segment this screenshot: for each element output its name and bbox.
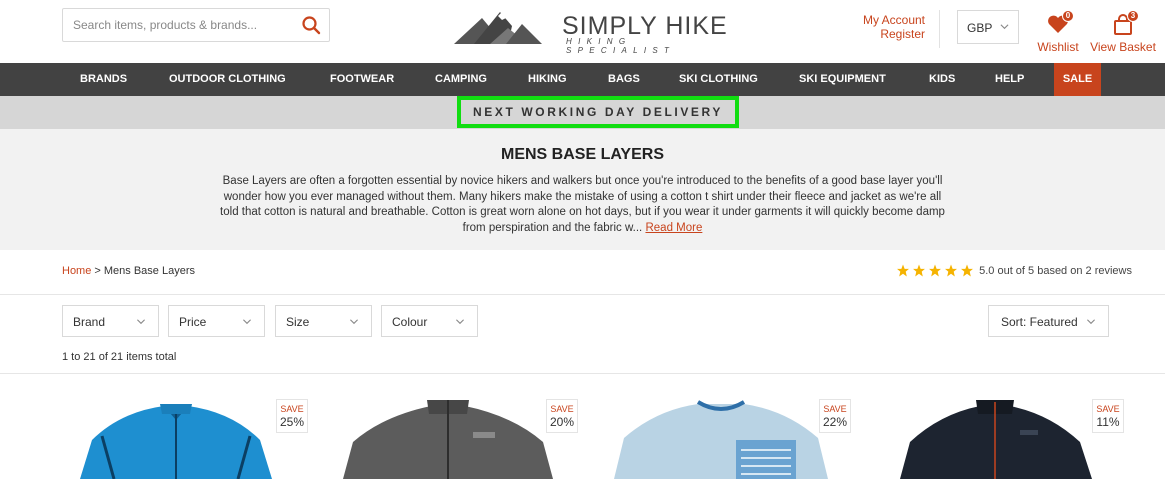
promo-bar: NEXT WORKING DAY DELIVERY bbox=[0, 96, 1165, 129]
results-count: 1 to 21 of 21 items total bbox=[62, 351, 177, 363]
product-card[interactable]: SAVE 25% bbox=[40, 380, 310, 479]
save-percent: 22% bbox=[822, 415, 848, 429]
save-percent: 20% bbox=[549, 415, 575, 429]
save-percent: 25% bbox=[279, 415, 305, 429]
nav-item-sale[interactable]: SALE bbox=[1054, 63, 1101, 96]
heart-icon: 0 bbox=[1047, 10, 1074, 35]
star-icon bbox=[929, 264, 942, 277]
search-icon[interactable] bbox=[301, 15, 321, 35]
product-card[interactable]: SAVE 22% bbox=[586, 380, 856, 479]
read-more-link[interactable]: Read More bbox=[645, 222, 702, 234]
product-image[interactable] bbox=[313, 380, 583, 479]
shopping-bag-icon: 3 bbox=[1112, 10, 1139, 35]
site-logo[interactable]: SIMPLY HIKE HIKING SPECIALIST bbox=[452, 10, 747, 55]
currency-select[interactable]: GBP bbox=[957, 10, 1019, 44]
next-day-delivery-banner[interactable]: NEXT WORKING DAY DELIVERY bbox=[457, 96, 739, 128]
save-label: SAVE bbox=[550, 404, 574, 414]
chevron-down-icon bbox=[137, 319, 145, 325]
save-badge: SAVE 22% bbox=[819, 399, 851, 433]
reviews-summary[interactable]: 5.0 out of 5 based on 2 reviews bbox=[896, 264, 1132, 277]
breadcrumb: Home > Mens Base Layers bbox=[62, 265, 195, 277]
product-card[interactable]: SAVE 11% bbox=[860, 380, 1130, 479]
brand-filter-label: Brand bbox=[73, 315, 106, 329]
category-description-text: Base Layers are often a forgotten essent… bbox=[220, 175, 945, 234]
wishlist-button[interactable]: 0 Wishlist bbox=[1036, 10, 1080, 58]
mountain-logo-icon bbox=[454, 12, 542, 44]
basket-count-badge: 3 bbox=[1127, 10, 1139, 22]
star-icon bbox=[945, 264, 958, 277]
divider bbox=[0, 294, 1165, 295]
nav-item-ski-clothing[interactable]: SKI CLOTHING bbox=[679, 63, 758, 96]
wishlist-count-badge: 0 bbox=[1062, 10, 1074, 22]
category-intro: MENS BASE LAYERS Base Layers are often a… bbox=[0, 129, 1165, 250]
basket-label: View Basket bbox=[1090, 40, 1156, 54]
search-input[interactable] bbox=[63, 9, 293, 41]
main-nav: BRANDS OUTDOOR CLOTHING FOOTWEAR CAMPING… bbox=[0, 63, 1165, 96]
nav-item-help[interactable]: HELP bbox=[995, 63, 1024, 96]
my-account-link[interactable]: My Account bbox=[863, 13, 925, 27]
page-title: MENS BASE LAYERS bbox=[501, 146, 664, 163]
nav-item-hiking[interactable]: HIKING bbox=[528, 63, 567, 96]
save-label: SAVE bbox=[823, 404, 847, 414]
size-filter[interactable]: Size bbox=[275, 305, 372, 337]
nav-item-footwear[interactable]: FOOTWEAR bbox=[330, 63, 394, 96]
divider bbox=[0, 373, 1165, 374]
star-icon bbox=[913, 264, 926, 277]
star-icon bbox=[897, 264, 910, 277]
product-card[interactable]: SAVE 20% bbox=[313, 380, 583, 479]
colour-filter-label: Colour bbox=[392, 315, 428, 329]
view-basket-button[interactable]: 3 View Basket bbox=[1089, 10, 1157, 58]
star-icon bbox=[961, 264, 974, 277]
currency-value: GBP bbox=[967, 21, 993, 35]
category-description: Base Layers are often a forgotten essent… bbox=[216, 174, 949, 236]
header-divider bbox=[939, 10, 940, 48]
rating-text: 5.0 out of 5 based on 2 reviews bbox=[979, 264, 1132, 277]
breadcrumb-current: Mens Base Layers bbox=[103, 265, 195, 277]
brand-filter[interactable]: Brand bbox=[62, 305, 159, 337]
breadcrumb-separator: > bbox=[91, 265, 104, 277]
chevron-down-icon bbox=[1000, 24, 1009, 30]
chevron-down-icon bbox=[456, 319, 464, 325]
nav-item-outdoor-clothing[interactable]: OUTDOOR CLOTHING bbox=[169, 63, 286, 96]
save-label: SAVE bbox=[1096, 404, 1120, 414]
chevron-down-icon bbox=[243, 319, 251, 325]
product-image[interactable] bbox=[860, 380, 1130, 479]
sort-select[interactable]: Sort: Featured bbox=[988, 305, 1109, 337]
logo-subtitle: HIKING SPECIALIST bbox=[566, 37, 676, 55]
star-rating bbox=[896, 264, 976, 277]
size-filter-label: Size bbox=[286, 315, 310, 329]
save-badge: SAVE 11% bbox=[1092, 399, 1124, 433]
save-badge: SAVE 20% bbox=[546, 399, 578, 433]
nav-item-bags[interactable]: BAGS bbox=[608, 63, 640, 96]
price-filter-label: Price bbox=[179, 315, 207, 329]
nav-item-brands[interactable]: BRANDS bbox=[80, 63, 127, 96]
register-link[interactable]: Register bbox=[863, 27, 925, 41]
wishlist-label: Wishlist bbox=[1037, 40, 1079, 54]
nav-item-ski-equipment[interactable]: SKI EQUIPMENT bbox=[799, 63, 886, 96]
breadcrumb-home[interactable]: Home bbox=[62, 265, 91, 277]
price-filter[interactable]: Price bbox=[168, 305, 265, 337]
chevron-down-icon bbox=[350, 319, 358, 325]
product-image[interactable] bbox=[40, 380, 310, 479]
product-image[interactable] bbox=[586, 380, 856, 479]
colour-filter[interactable]: Colour bbox=[381, 305, 478, 337]
nav-item-camping[interactable]: CAMPING bbox=[435, 63, 487, 96]
account-links: My Account Register bbox=[863, 13, 925, 41]
save-percent: 11% bbox=[1096, 415, 1120, 429]
search-box[interactable] bbox=[62, 8, 330, 42]
save-label: SAVE bbox=[280, 404, 304, 414]
save-badge: SAVE 25% bbox=[276, 399, 308, 433]
nav-item-kids[interactable]: KIDS bbox=[929, 63, 955, 96]
chevron-down-icon bbox=[1087, 319, 1095, 325]
sort-select-label: Sort: Featured bbox=[1001, 315, 1078, 329]
